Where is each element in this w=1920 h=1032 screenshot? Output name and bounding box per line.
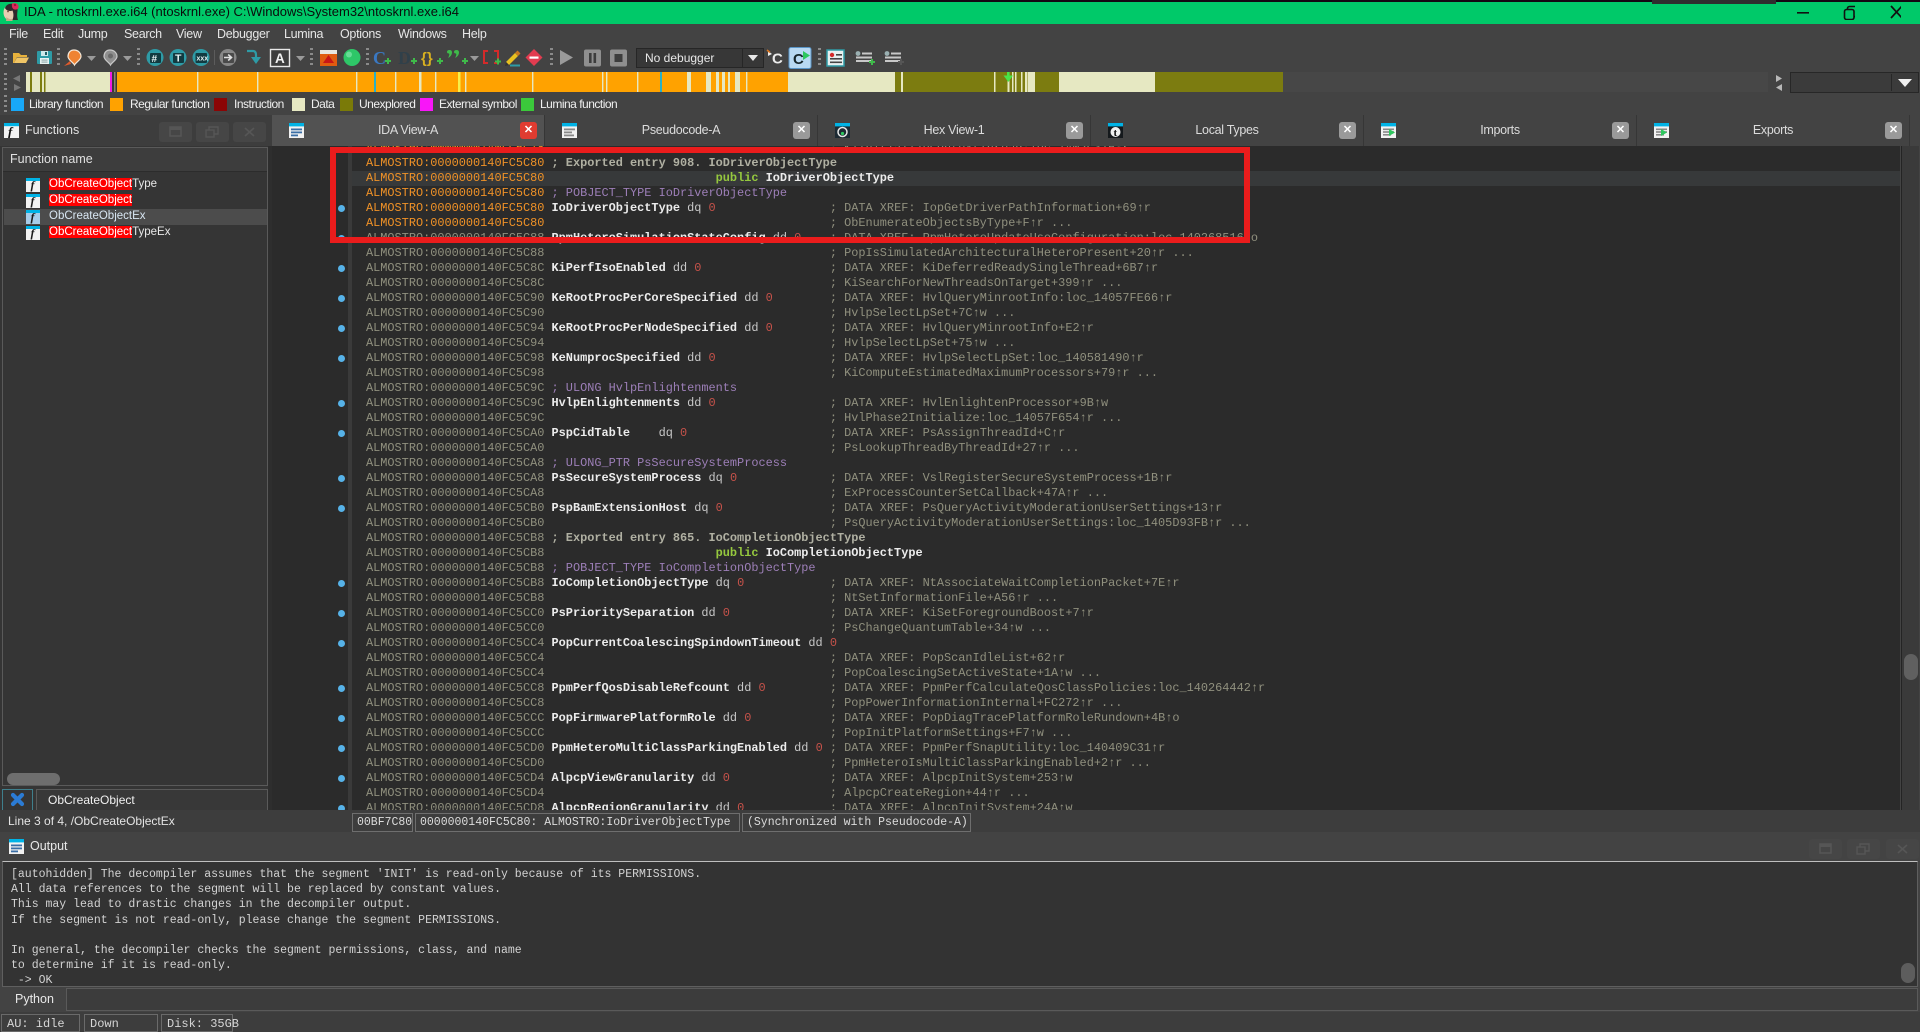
svg-text:C: C [373,48,386,68]
svg-text:A: A [275,51,285,66]
svg-text:#: # [152,54,158,65]
svg-text:{}: {} [421,50,433,67]
svg-text:C: C [793,51,804,68]
svg-text:D: D [398,48,411,68]
svg-text:T: T [175,53,182,65]
svg-text:C: C [772,51,783,68]
svg-text:xxx: xxx [197,56,209,63]
